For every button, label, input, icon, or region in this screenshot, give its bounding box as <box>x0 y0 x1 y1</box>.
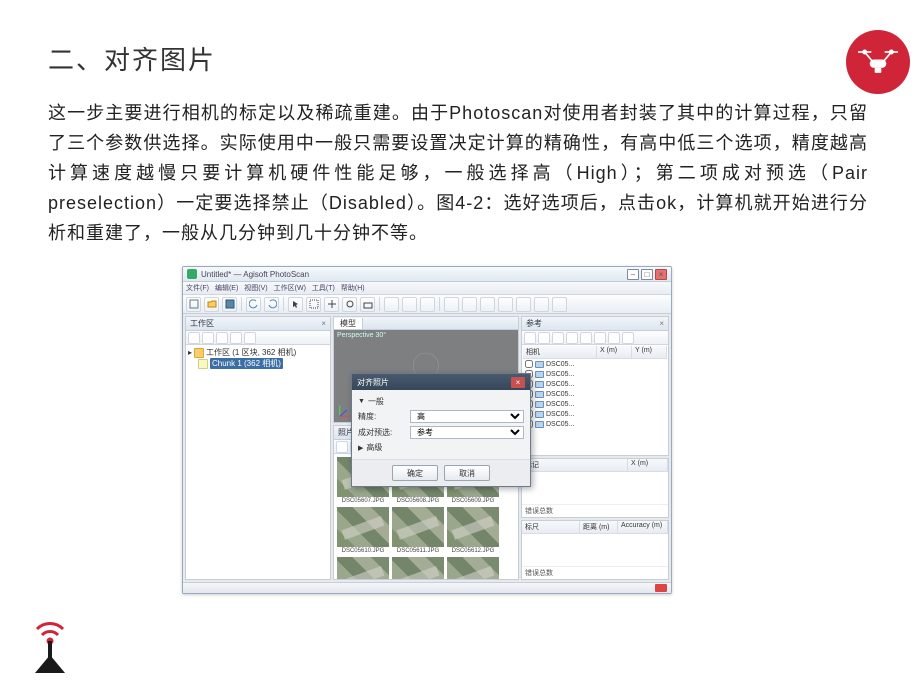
tool-scale[interactable] <box>360 297 375 312</box>
drone-icon <box>846 30 910 94</box>
tool-redo[interactable] <box>264 297 279 312</box>
tool-zoom[interactable] <box>402 297 417 312</box>
ref-tool-4[interactable] <box>566 332 578 344</box>
app-icon <box>187 269 197 279</box>
ok-button[interactable]: 确定 <box>392 465 438 481</box>
workspace-tree[interactable]: ▸工作区 (1 区块, 362 相机) Chunk 1 (362 相机) <box>186 345 330 579</box>
tool-dem[interactable] <box>534 297 549 312</box>
photo-thumb[interactable] <box>392 557 444 579</box>
antenna-icon <box>25 615 75 675</box>
ws-tool-3[interactable] <box>216 332 228 344</box>
ws-tool-5[interactable] <box>244 332 256 344</box>
ws-tool-1[interactable] <box>188 332 200 344</box>
tool-points[interactable] <box>444 297 459 312</box>
menu-tools[interactable]: 工具(T) <box>312 283 335 293</box>
tab-model[interactable]: 模型 <box>334 318 363 329</box>
markers-panel: 标记X (m) 错误总数 <box>521 458 669 518</box>
ref-tool-7[interactable] <box>608 332 620 344</box>
titlebar: Untitled* — Agisoft PhotoScan – □ × <box>183 267 671 282</box>
menu-file[interactable]: 文件(F) <box>186 283 209 293</box>
reference-panel: 参考× 相机 X (m) Y (m) <box>521 316 669 456</box>
photo-tool-1[interactable] <box>336 441 348 453</box>
window-title: Untitled* — Agisoft PhotoScan <box>201 270 309 279</box>
menu-view[interactable]: 视图(V) <box>244 283 267 293</box>
panel-close-icon[interactable]: × <box>659 319 664 328</box>
accuracy-label: 精度: <box>358 411 410 422</box>
tool-dense[interactable] <box>462 297 477 312</box>
dialog-titlebar: 对齐照片 × <box>352 374 530 390</box>
workspace-toolbar <box>186 331 330 345</box>
tool-rect-select[interactable] <box>306 297 321 312</box>
ref-tool-1[interactable] <box>524 332 536 344</box>
align-photos-dialog: 对齐照片 × ▼一般 精度: 高 成对预选: 参考 ▶高级 确定 取消 <box>351 373 531 487</box>
menu-edit[interactable]: 编辑(E) <box>215 283 238 293</box>
camera-row[interactable]: DSC05... <box>523 389 667 399</box>
cancel-button[interactable]: 取消 <box>444 465 490 481</box>
tool-open[interactable] <box>204 297 219 312</box>
tool-mesh[interactable] <box>480 297 495 312</box>
tool-undo[interactable] <box>246 297 261 312</box>
camera-row[interactable]: DSC05... <box>523 399 667 409</box>
menubar: 文件(F) 编辑(E) 视图(V) 工作区(W) 工具(T) 帮助(H) <box>183 282 671 295</box>
photo-thumb[interactable]: DSC05610.JPG <box>337 507 389 554</box>
toolbar <box>183 295 671 314</box>
camera-row[interactable]: DSC05... <box>523 419 667 429</box>
pair-preselection-label: 成对预选: <box>358 427 410 438</box>
dialog-close-button[interactable]: × <box>511 377 525 388</box>
ref-tool-2[interactable] <box>538 332 550 344</box>
tool-tiled[interactable] <box>516 297 531 312</box>
ws-tool-2[interactable] <box>202 332 214 344</box>
camera-row[interactable]: DSC05... <box>523 409 667 419</box>
tool-texture[interactable] <box>498 297 513 312</box>
ref-tool-3[interactable] <box>552 332 564 344</box>
menu-workspace[interactable]: 工作区(W) <box>274 283 306 293</box>
ws-tool-4[interactable] <box>230 332 242 344</box>
menu-help[interactable]: 帮助(H) <box>341 283 365 293</box>
slide-title: 二、对齐图片 <box>48 40 216 77</box>
tool-select[interactable] <box>288 297 303 312</box>
accuracy-select[interactable]: 高 <box>410 410 524 423</box>
workspace-header: 工作区× <box>186 317 330 331</box>
status-icon <box>655 584 667 592</box>
photo-thumb[interactable]: DSC05612.JPG <box>447 507 499 554</box>
tool-ortho[interactable] <box>552 297 567 312</box>
tool-navigate[interactable] <box>384 297 399 312</box>
camera-row[interactable]: DSC05... <box>523 369 667 379</box>
tool-save[interactable] <box>222 297 237 312</box>
statusbar <box>183 582 671 593</box>
panel-close-icon[interactable]: × <box>321 319 326 328</box>
maximize-button[interactable]: □ <box>641 269 653 280</box>
photo-thumb[interactable]: DSC05611.JPG <box>392 507 444 554</box>
ref-tool-6[interactable] <box>594 332 606 344</box>
photo-thumb[interactable] <box>337 557 389 579</box>
minimize-button[interactable]: – <box>627 269 639 280</box>
photo-thumb[interactable] <box>447 557 499 579</box>
tool-move[interactable] <box>324 297 339 312</box>
camera-row[interactable]: DSC05... <box>523 359 667 369</box>
pair-preselection-select[interactable]: 参考 <box>410 426 524 439</box>
viewport-label: Perspective 30° <box>337 332 386 339</box>
camera-row[interactable]: DSC05... <box>523 379 667 389</box>
ref-tool-8[interactable] <box>622 332 634 344</box>
close-button[interactable]: × <box>655 269 667 280</box>
tool-rotate[interactable] <box>342 297 357 312</box>
ref-tool-5[interactable] <box>580 332 592 344</box>
workspace-panel: 工作区× ▸工作区 (1 区块, 362 相机) Chunk 1 (362 相机… <box>185 316 331 580</box>
photoscan-window: Untitled* — Agisoft PhotoScan – □ × 文件(F… <box>182 266 672 594</box>
scalebar-panel: 标尺距离 (m)Accuracy (m) 错误总数 <box>521 520 669 580</box>
tool-new[interactable] <box>186 297 201 312</box>
tool-reset[interactable] <box>420 297 435 312</box>
slide-body-text: 这一步主要进行相机的标定以及稀疏重建。由于Photoscan对使用者封装了其中的… <box>48 98 868 248</box>
